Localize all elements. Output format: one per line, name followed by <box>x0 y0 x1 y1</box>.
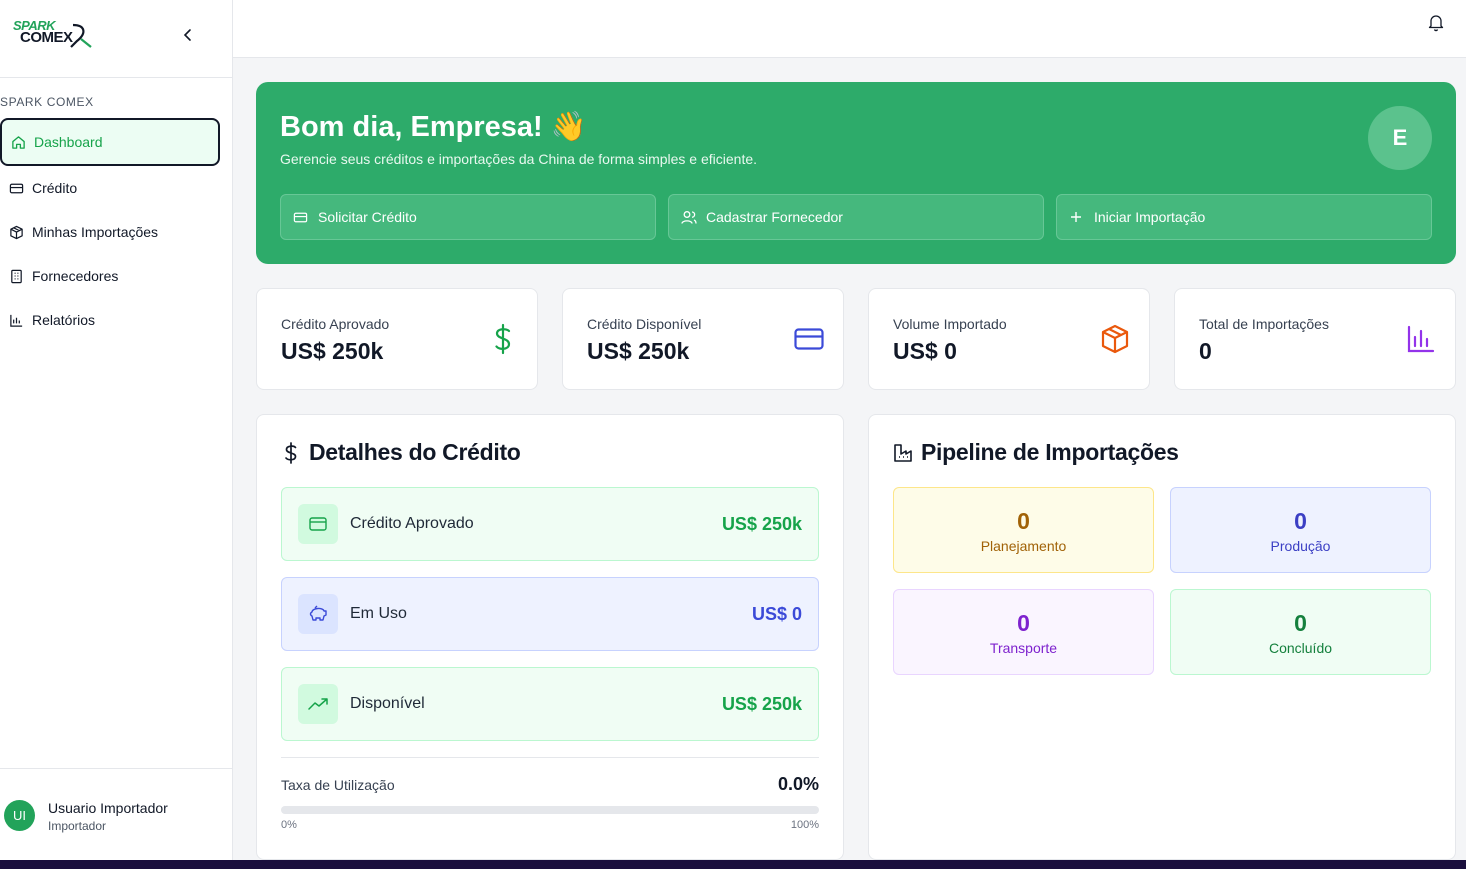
credit-row-in-use: Em Uso US$ 0 <box>281 577 819 651</box>
stat-label: Total de Importações <box>1199 316 1329 332</box>
pipeline-stage-transport[interactable]: 0 Transporte <box>893 589 1154 675</box>
credit-card-icon <box>293 209 309 225</box>
stage-label: Concluído <box>1268 640 1333 656</box>
user-role: Importador <box>48 819 107 833</box>
stat-value: US$ 250k <box>587 338 690 364</box>
credit-row-available: Disponível US$ 250k <box>281 667 819 741</box>
credit-card-icon <box>298 504 338 544</box>
sidebar-item-label: Relatórios <box>32 312 96 328</box>
sidebar-item-label: Crédito <box>32 180 78 196</box>
welcome-banner: Bom dia, Empresa! 👋 Gerencie seus crédit… <box>256 82 1456 264</box>
utilization-value: 0.0% <box>777 774 819 794</box>
user-profile[interactable]: UI Usuario Importador Importador <box>0 768 232 860</box>
stage-count: 0 <box>1294 508 1307 534</box>
start-import-button[interactable]: Iniciar Importação <box>1056 194 1432 240</box>
sidebar-item-label: Dashboard <box>34 134 103 150</box>
pipeline-stage-completed[interactable]: 0 Concluído <box>1170 589 1431 675</box>
sidebar-item-label: Minhas Importações <box>32 224 159 240</box>
pipeline-stage-planning[interactable]: 0 Planejamento <box>893 487 1154 573</box>
stat-label: Crédito Aprovado <box>281 316 390 332</box>
button-label: Solicitar Crédito <box>318 209 417 225</box>
dollar-icon <box>285 442 297 464</box>
logo-line2: COMEX <box>20 29 73 46</box>
sidebar-item-label: Fornecedores <box>32 268 119 284</box>
company-avatar[interactable]: E <box>1368 106 1432 170</box>
welcome-subtitle: Gerencie seus créditos e importações da … <box>280 151 758 167</box>
sidebar-item-fornecedores[interactable]: Fornecedores <box>0 254 220 298</box>
stat-value: US$ 0 <box>893 338 957 364</box>
plus-icon <box>1069 209 1085 225</box>
credit-row-value: US$ 250k <box>721 513 802 534</box>
bottom-strip <box>0 860 1466 869</box>
bar-chart-icon <box>8 312 24 328</box>
pipeline-title: Pipeline de Importações <box>921 439 1179 465</box>
credit-row-label: Disponível <box>350 695 425 712</box>
stat-card-approved-credit: Crédito Aprovado US$ 250k <box>256 288 538 390</box>
sidebar-section-label: SPARK COMEX <box>0 95 94 109</box>
credit-row-value: US$ 0 <box>751 603 802 624</box>
logo[interactable]: SPARK COMEX <box>13 19 93 49</box>
building-icon <box>8 268 24 284</box>
logo-row: SPARK COMEX <box>0 0 232 78</box>
home-icon <box>10 134 26 150</box>
stat-label: Volume Importado <box>893 316 1007 332</box>
stage-label: Planejamento <box>980 538 1067 554</box>
stage-label: Transporte <box>989 640 1058 656</box>
bar-chart-icon <box>1405 323 1437 355</box>
package-icon <box>1099 323 1131 355</box>
logo-swoosh-icon <box>70 23 92 48</box>
credit-card-icon <box>8 180 24 196</box>
stage-count: 0 <box>1294 610 1307 636</box>
stat-card-total-imports: Total de Importações 0 <box>1174 288 1456 390</box>
trending-up-icon <box>298 684 338 724</box>
stat-label: Crédito Disponível <box>587 316 702 332</box>
import-pipeline-panel: Pipeline de Importações 0 Planejamento 0… <box>868 414 1456 860</box>
button-label: Iniciar Importação <box>1094 209 1206 225</box>
credit-row-approved: Crédito Aprovado US$ 250k <box>281 487 819 561</box>
notifications-button[interactable] <box>1428 14 1444 32</box>
piggy-bank-icon <box>298 594 338 634</box>
stat-value: 0 <box>1199 338 1212 364</box>
stat-value: US$ 250k <box>281 338 384 364</box>
sidebar-item-credito[interactable]: Crédito <box>0 166 220 210</box>
sidebar: SPARK COMEX SPARK COMEX Dashboard Crédit… <box>0 0 233 860</box>
user-avatar: UI <box>4 800 35 831</box>
stat-card-available-credit: Crédito Disponível US$ 250k <box>562 288 844 390</box>
sidebar-item-dashboard[interactable]: Dashboard <box>0 118 220 166</box>
package-icon <box>8 224 24 240</box>
progress-max-label: 100% <box>790 819 819 831</box>
welcome-title: Bom dia, Empresa! 👋 <box>280 111 587 143</box>
button-label: Cadastrar Fornecedor <box>706 209 843 225</box>
request-credit-button[interactable]: Solicitar Crédito <box>280 194 656 240</box>
topbar <box>233 0 1466 58</box>
credit-row-value: US$ 250k <box>721 693 802 714</box>
factory-icon <box>894 444 912 462</box>
utilization-label: Taxa de Utilização <box>281 777 395 793</box>
credit-row-label: Em Uso <box>350 605 407 622</box>
sidebar-item-relatorios[interactable]: Relatórios <box>0 298 220 342</box>
credit-details-title: Detalhes do Crédito <box>309 439 521 465</box>
progress-min-label: 0% <box>281 819 297 831</box>
stage-count: 0 <box>1017 610 1030 636</box>
credit-card-icon <box>793 323 825 355</box>
pipeline-stage-production[interactable]: 0 Produção <box>1170 487 1431 573</box>
register-supplier-button[interactable]: Cadastrar Fornecedor <box>668 194 1044 240</box>
user-name: Usuario Importador <box>48 800 168 816</box>
users-icon <box>681 209 697 225</box>
collapse-sidebar-button[interactable] <box>180 27 196 43</box>
sidebar-item-importacoes[interactable]: Minhas Importações <box>0 210 220 254</box>
stage-count: 0 <box>1017 508 1030 534</box>
stage-label: Produção <box>1270 538 1331 554</box>
credit-details-panel: Detalhes do Crédito Crédito Aprovado US$… <box>256 414 844 860</box>
dollar-icon <box>487 323 519 355</box>
divider <box>281 757 819 758</box>
sidebar-nav: Dashboard Crédito Minhas Importações For… <box>0 118 220 342</box>
credit-row-label: Crédito Aprovado <box>350 515 474 532</box>
utilization-progress-bar <box>281 806 819 814</box>
chevron-left-icon <box>183 29 191 41</box>
stat-card-imported-volume: Volume Importado US$ 0 <box>868 288 1150 390</box>
bell-icon <box>1428 15 1444 32</box>
